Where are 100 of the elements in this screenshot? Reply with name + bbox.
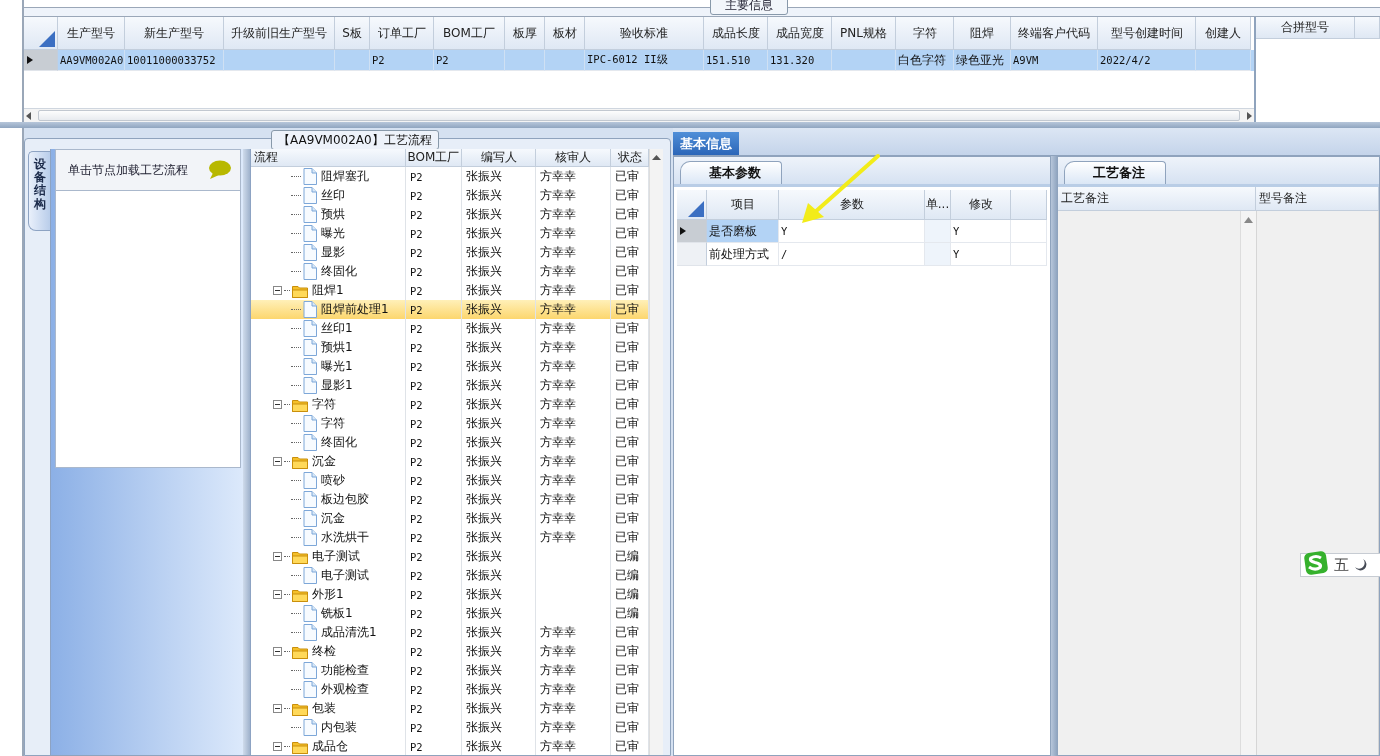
row-pointer-icon — [27, 56, 33, 64]
tree-node-label: 曝光1 — [320, 358, 354, 375]
column-header[interactable]: BOM工厂 — [434, 17, 505, 50]
collapse-icon[interactable] — [273, 400, 282, 409]
tree-node-label: 曝光 — [320, 225, 346, 242]
tab[interactable]: 工艺备注 — [1064, 161, 1166, 184]
row-pointer-icon — [680, 227, 686, 235]
column-header[interactable]: 阻焊 — [954, 17, 1011, 50]
folder-icon — [292, 454, 308, 469]
column-header[interactable]: 编写人 — [462, 149, 536, 167]
column-header[interactable]: 流程 — [251, 149, 406, 167]
column-header[interactable]: 板材 — [545, 17, 585, 50]
column-header[interactable]: S板 — [335, 17, 370, 50]
collapse-icon[interactable] — [273, 647, 282, 656]
tree-node-label: 显影1 — [320, 377, 354, 394]
column-header[interactable]: 生产型号 — [58, 17, 125, 50]
column-header[interactable]: 合拼型号 — [1256, 17, 1355, 39]
tab[interactable]: 基本信息 — [673, 132, 739, 155]
moon-icon — [1354, 558, 1368, 572]
document-icon — [303, 244, 317, 261]
column-header[interactable]: PNL规格 — [832, 17, 896, 50]
document-icon — [303, 225, 317, 242]
collapse-icon[interactable] — [273, 704, 282, 713]
document-icon — [303, 301, 317, 318]
tree-node-label: 字符 — [320, 415, 346, 432]
scroll-up-icon[interactable] — [1244, 217, 1253, 223]
collapse-icon[interactable] — [273, 590, 282, 599]
table-cell — [505, 50, 545, 71]
column-header[interactable]: 参数 — [779, 190, 925, 220]
tree-node-label: 外观检查 — [320, 681, 370, 698]
tree-node-label: 预烘1 — [320, 339, 354, 356]
folder-icon — [292, 397, 308, 412]
document-icon — [303, 206, 317, 223]
table-cell — [1011, 243, 1047, 266]
column-header — [1355, 17, 1380, 39]
column-header[interactable]: 核审人 — [536, 149, 611, 167]
collapse-icon[interactable] — [273, 742, 282, 751]
tree-node-label: 外形1 — [311, 586, 345, 603]
vertical-scrollbar[interactable] — [649, 149, 663, 755]
column-header[interactable]: 板厚 — [505, 17, 545, 50]
table-row[interactable]: AA9VM002A0 10011000033752 P2 P2 IPC-6012 II级 151.510 131.320 白色字符 绿色亚光 A9VM 2022/4/2 — [24, 50, 1254, 71]
vertical-scrollbar[interactable] — [1240, 211, 1256, 755]
column-header[interactable]: 创建人 — [1196, 17, 1251, 50]
column-header[interactable]: 成品宽度 — [768, 17, 832, 50]
folder-icon — [292, 644, 308, 659]
column-header[interactable]: 订单工厂 — [370, 17, 434, 50]
scroll-thumb[interactable] — [38, 110, 1240, 121]
column-header[interactable]: 成品长度 — [704, 17, 768, 50]
column-header[interactable]: 终端客户代码 — [1011, 17, 1098, 50]
folder-icon — [292, 549, 308, 564]
document-icon — [303, 320, 317, 337]
document-icon — [303, 567, 317, 584]
column-header[interactable]: BOM工厂 — [406, 149, 462, 167]
table-cell: IPC-6012 II级 — [585, 50, 704, 71]
ime-toolbar[interactable]: 五 — [1300, 553, 1380, 577]
column-header[interactable]: 项目 — [707, 190, 779, 220]
collapse-icon[interactable] — [273, 286, 282, 295]
column-header[interactable]: 状态 — [611, 149, 649, 167]
document-icon — [303, 719, 317, 736]
scroll-right-icon[interactable] — [1244, 110, 1254, 121]
tree-node-label: 水洗烘干 — [320, 529, 370, 546]
table-cell[interactable]: 前处理方式 — [707, 243, 779, 266]
column-header[interactable]: 型号创建时间 — [1098, 17, 1196, 50]
collapse-icon[interactable] — [273, 552, 282, 561]
table-cell[interactable]: 是否磨板 — [707, 220, 779, 243]
tree-node-label: 电子测试 — [320, 567, 370, 584]
document-icon — [303, 605, 317, 622]
scroll-up-icon[interactable] — [652, 153, 661, 162]
table-cell: 2022/4/2 — [1098, 50, 1196, 71]
tab[interactable]: 基本参数 — [680, 161, 782, 184]
table-cell: 白色字符 — [896, 50, 954, 71]
column-header — [1011, 190, 1047, 220]
table-cell — [545, 50, 585, 71]
column-header[interactable]: 字符 — [896, 17, 954, 50]
table-cell: 张振兴 — [462, 737, 536, 755]
tree-node-label: 成品仓 — [311, 738, 349, 755]
tree-node-label: 内包装 — [320, 719, 358, 736]
side-tab[interactable]: 设备结构 — [28, 151, 50, 231]
hint-text: 单击节点加载工艺流程 — [68, 161, 188, 179]
table-cell: 131.320 — [768, 50, 832, 71]
input-mode-label: 五 — [1334, 555, 1349, 575]
corner-icon — [39, 31, 55, 47]
column-header[interactable]: 工艺备注 — [1058, 187, 1256, 211]
column-header[interactable]: 修改 — [951, 190, 1011, 220]
row-header[interactable] — [677, 220, 707, 243]
table-cell: 10011000033752 — [125, 50, 224, 71]
document-icon — [303, 187, 317, 204]
tree-node-label: 终固化 — [320, 434, 358, 451]
column-header[interactable]: 新生产型号 — [125, 17, 224, 50]
document-icon — [303, 358, 317, 375]
tree-row[interactable]: 阻焊前处理1 P2 张振兴 方幸幸 已审 — [251, 300, 649, 319]
column-header[interactable]: 单... — [925, 190, 951, 220]
table-cell: 绿色亚光 — [954, 50, 1011, 71]
column-header[interactable]: 验收标准 — [585, 17, 704, 50]
tree-node-label: 预烘 — [320, 206, 346, 223]
horizontal-scrollbar[interactable] — [24, 108, 1254, 122]
tree-node-label: 丝印1 — [320, 320, 354, 337]
column-header[interactable]: 型号备注 — [1256, 187, 1379, 211]
column-header[interactable]: 升级前旧生产型号 — [224, 17, 335, 50]
collapse-icon[interactable] — [273, 457, 282, 466]
